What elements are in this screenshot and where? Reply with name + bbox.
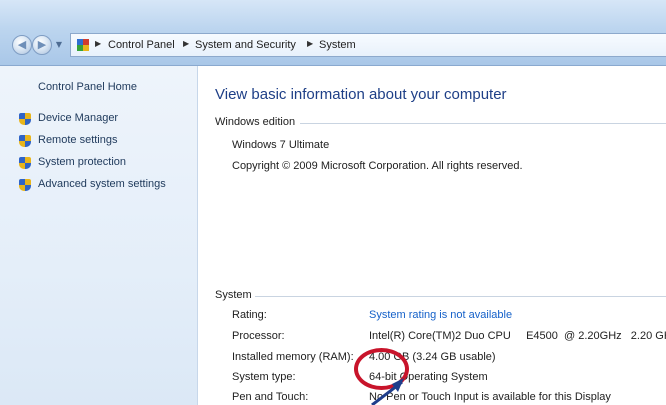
system-control-panel-window: ◀ ▶ ▼ ▶ Control Panel ▶ System and Secur… [0, 0, 666, 405]
pointer-arrow-annotation [371, 378, 404, 405]
